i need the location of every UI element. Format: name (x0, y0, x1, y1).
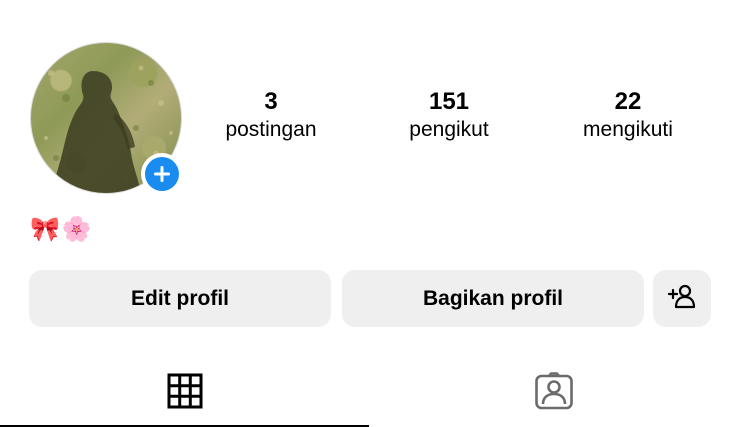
followers-label: pengikut (409, 118, 489, 141)
tagged-person-icon (534, 372, 574, 415)
following-label: mengikuti (583, 118, 673, 141)
plus-icon (145, 157, 179, 191)
person-add-icon (667, 283, 697, 315)
posts-count: 3 (264, 88, 278, 115)
add-story-button[interactable] (141, 153, 183, 195)
edit-profile-button[interactable]: Edit profil (29, 270, 331, 327)
tab-tagged-posts[interactable] (369, 360, 738, 427)
following-count: 22 (614, 88, 642, 115)
profile-avatar-area[interactable] (30, 42, 183, 195)
followers-count: 151 (428, 88, 470, 115)
share-profile-button[interactable]: Bagikan profil (342, 270, 644, 327)
discover-people-button[interactable] (653, 270, 711, 327)
posts-label: postingan (225, 118, 317, 141)
followers-count-stat[interactable]: 151 pengikut (374, 88, 524, 144)
grid-icon (167, 373, 203, 414)
profile-bio: 🎀🌸 (30, 215, 94, 243)
tab-posts-grid[interactable] (0, 360, 369, 427)
posts-count-stat[interactable]: 3 postingan (196, 88, 346, 144)
following-count-stat[interactable]: 22 mengikuti (553, 88, 703, 144)
